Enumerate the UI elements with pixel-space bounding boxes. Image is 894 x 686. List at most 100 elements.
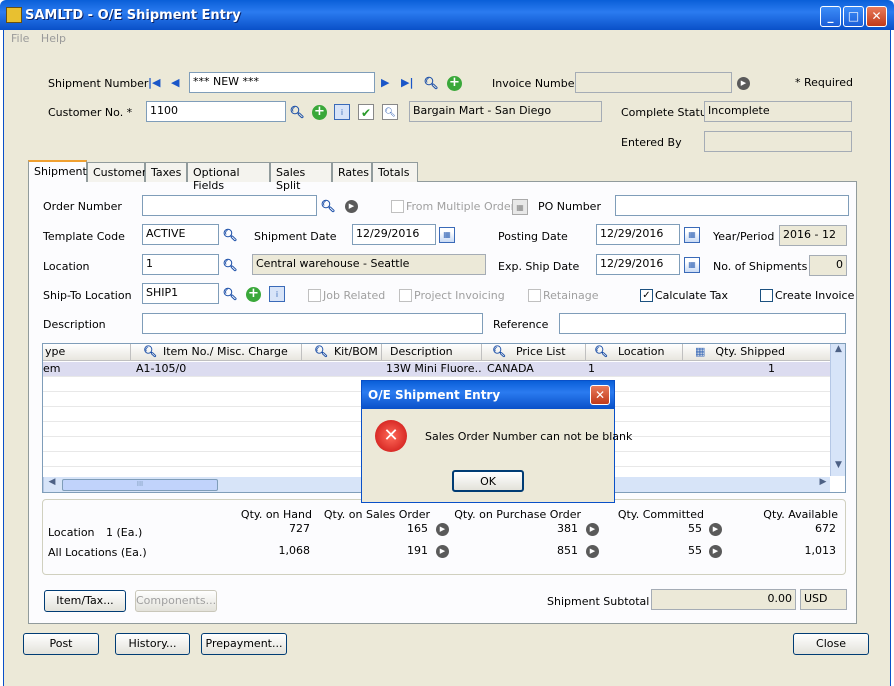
finder-search-icon[interactable]: 🔍︎ bbox=[423, 75, 439, 91]
purchase-order-drilldown-icon[interactable]: ▶ bbox=[586, 523, 599, 536]
customer-info-icon[interactable]: i bbox=[334, 104, 350, 120]
item-tax-button[interactable]: Item/Tax... bbox=[44, 590, 126, 612]
new-shipment-icon[interactable]: + bbox=[447, 76, 462, 91]
customer-finder-icon[interactable]: 🔍︎ bbox=[289, 104, 305, 120]
title-bar: SAMLTD - O/E Shipment Entry _ □ ✕ bbox=[0, 0, 894, 30]
calculate-tax-checkbox[interactable]: ✓ bbox=[640, 289, 653, 302]
exp-ship-date-input[interactable]: 12/29/2016 bbox=[596, 254, 680, 275]
first-record-icon[interactable]: |◀ bbox=[148, 76, 160, 89]
order-drilldown-icon[interactable]: ▶ bbox=[345, 200, 358, 213]
from-multiple-orders-checkbox[interactable] bbox=[391, 200, 404, 213]
location-input[interactable]: 1 bbox=[142, 254, 219, 275]
shipment-date-input[interactable]: 12/29/2016 bbox=[352, 224, 436, 245]
close-button[interactable]: Close bbox=[793, 633, 869, 655]
shipment-date-calendar-icon[interactable]: ▦ bbox=[439, 227, 455, 243]
ship-to-label: Ship-To Location bbox=[43, 289, 132, 302]
reference-input[interactable] bbox=[559, 313, 846, 334]
last-record-icon[interactable]: ▶| bbox=[401, 76, 413, 89]
column-header-price-list[interactable]: 🔍︎ Price List bbox=[482, 344, 586, 361]
qty-committed-header: Qty. Committed bbox=[617, 508, 704, 521]
vertical-scrollbar[interactable]: ▲ ▼ bbox=[830, 344, 845, 476]
scroll-up-icon[interactable]: ▲ bbox=[831, 344, 845, 360]
tab-taxes[interactable]: Taxes bbox=[145, 162, 187, 182]
create-invoice-checkbox[interactable] bbox=[760, 289, 773, 302]
exp-ship-date-calendar-icon[interactable]: ▦ bbox=[684, 257, 700, 273]
ship-to-finder-icon[interactable]: 🔍︎ bbox=[222, 286, 238, 302]
credit-check-icon[interactable]: ✔ bbox=[358, 104, 374, 120]
post-button[interactable]: Post bbox=[23, 633, 99, 655]
template-code-label: Template Code bbox=[43, 230, 125, 243]
template-finder-icon[interactable]: 🔍︎ bbox=[222, 227, 238, 243]
previous-record-icon[interactable]: ◀ bbox=[171, 76, 179, 89]
shipment-number-input[interactable]: *** NEW *** bbox=[189, 72, 375, 93]
horizontal-scroll-thumb[interactable]: III bbox=[62, 479, 218, 491]
error-icon: ✕ bbox=[375, 420, 407, 452]
tab-sales-split[interactable]: Sales Split bbox=[270, 162, 332, 192]
menu-help[interactable]: Help bbox=[41, 32, 66, 45]
all-qty-on-hand: 1,068 bbox=[278, 544, 311, 557]
ship-to-input[interactable]: SHIP1 bbox=[142, 283, 219, 304]
year-period-field: 2016 - 12 bbox=[779, 225, 847, 246]
cell-item: A1-105/0 bbox=[136, 362, 187, 375]
tab-optional-fields[interactable]: Optional Fields bbox=[187, 162, 270, 192]
dialog-ok-button[interactable]: OK bbox=[452, 470, 524, 492]
dialog-close-button[interactable]: ✕ bbox=[590, 385, 610, 405]
table-row[interactable]: em A1-105/0 13W Mini Fluore... CANADA 1 … bbox=[43, 362, 830, 377]
column-header-kit-bom[interactable]: 🔍︎ Kit/BOM bbox=[302, 344, 382, 361]
menu-file[interactable]: File bbox=[11, 32, 29, 45]
description-input[interactable] bbox=[142, 313, 483, 334]
column-header-qty-shipped[interactable]: ▦ Qty. Shipped bbox=[683, 344, 831, 361]
tab-shipment[interactable]: Shipment bbox=[28, 160, 87, 182]
kit-column-search-icon: 🔍︎ bbox=[314, 345, 328, 358]
history-button[interactable]: History... bbox=[115, 633, 190, 655]
all-purchase-order-drilldown-icon[interactable]: ▶ bbox=[586, 545, 599, 558]
location-finder-icon[interactable]: 🔍︎ bbox=[222, 257, 238, 273]
components-button[interactable]: Components... bbox=[135, 590, 217, 612]
location-qty-on-sales-order: 165 bbox=[407, 522, 428, 535]
cell-price-list: CANADA bbox=[487, 362, 534, 375]
location-qty-committed: 55 bbox=[688, 522, 702, 535]
location-row-unit: 1 (Ea.) bbox=[106, 526, 143, 539]
job-related-checkbox[interactable] bbox=[308, 289, 321, 302]
location-qty-on-purchase-order: 381 bbox=[557, 522, 578, 535]
shipment-subtotal-label: Shipment Subtotal bbox=[547, 595, 650, 608]
column-header-item[interactable]: 🔍︎ Item No./ Misc. Charge bbox=[131, 344, 302, 361]
new-ship-to-icon[interactable]: + bbox=[246, 287, 261, 302]
retainage-checkbox[interactable] bbox=[528, 289, 541, 302]
column-header-description[interactable]: Description bbox=[382, 344, 482, 361]
location-column-search-icon: 🔍︎ bbox=[594, 345, 608, 358]
window-close-button[interactable]: ✕ bbox=[866, 6, 887, 27]
qty-column-label: Qty. Shipped bbox=[715, 345, 786, 358]
scroll-left-icon[interactable]: ◀ bbox=[44, 477, 60, 487]
posting-date-calendar-icon[interactable]: ▦ bbox=[684, 227, 700, 243]
maximize-button[interactable]: □ bbox=[843, 6, 864, 27]
posting-date-input[interactable]: 12/29/2016 bbox=[596, 224, 680, 245]
customer-document-icon[interactable]: 🔍︎ bbox=[382, 104, 398, 120]
all-sales-order-drilldown-icon[interactable]: ▶ bbox=[436, 545, 449, 558]
new-customer-icon[interactable]: + bbox=[312, 105, 327, 120]
column-header-type[interactable]: ype bbox=[43, 344, 131, 361]
customer-no-input[interactable]: 1100 bbox=[146, 101, 286, 122]
prepayment-button[interactable]: Prepayment... bbox=[201, 633, 287, 655]
tab-rates[interactable]: Rates bbox=[332, 162, 372, 182]
next-record-icon[interactable]: ▶ bbox=[381, 76, 389, 89]
scroll-down-icon[interactable]: ▼ bbox=[831, 460, 845, 476]
sales-order-drilldown-icon[interactable]: ▶ bbox=[436, 523, 449, 536]
tab-customer[interactable]: Customer bbox=[87, 162, 146, 182]
column-header-location[interactable]: 🔍︎ Location bbox=[586, 344, 683, 361]
no-shipments-label: No. of Shipments bbox=[713, 260, 808, 273]
all-committed-drilldown-icon[interactable]: ▶ bbox=[709, 545, 722, 558]
po-number-input[interactable] bbox=[615, 195, 849, 216]
ship-to-info-icon[interactable]: i bbox=[269, 286, 285, 302]
scroll-right-icon[interactable]: ▶ bbox=[815, 477, 831, 487]
project-invoicing-checkbox[interactable] bbox=[399, 289, 412, 302]
order-number-input[interactable] bbox=[142, 195, 317, 216]
template-code-input[interactable]: ACTIVE bbox=[142, 224, 219, 245]
qty-on-hand-header: Qty. on Hand bbox=[240, 508, 312, 521]
committed-drilldown-icon[interactable]: ▶ bbox=[709, 523, 722, 536]
minimize-button[interactable]: _ bbox=[820, 6, 841, 27]
item-column-search-icon: 🔍︎ bbox=[143, 345, 157, 358]
order-finder-icon[interactable]: 🔍︎ bbox=[320, 198, 336, 214]
tab-totals[interactable]: Totals bbox=[372, 162, 418, 182]
invoice-drilldown-icon[interactable]: ▶ bbox=[737, 77, 750, 90]
